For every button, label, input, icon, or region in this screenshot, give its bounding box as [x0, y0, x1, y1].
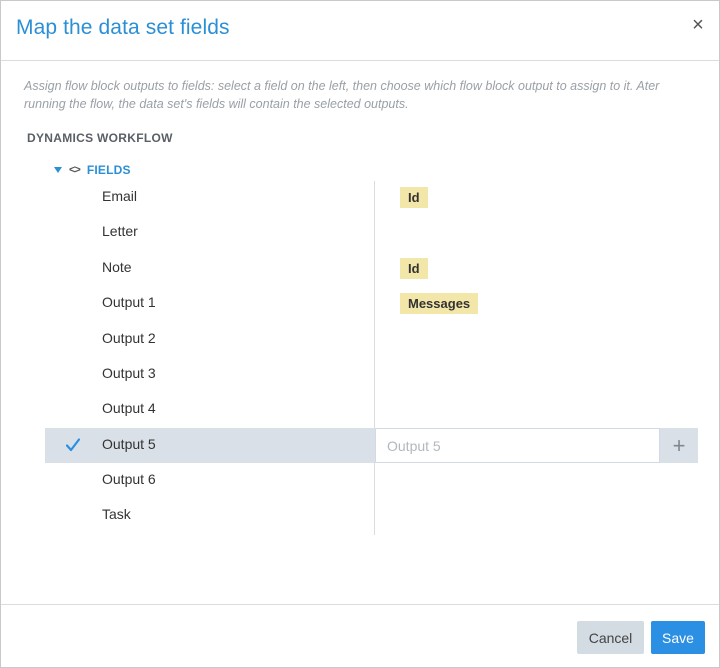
- output-tag-email[interactable]: Id: [400, 187, 428, 208]
- code-brackets-icon: <>: [69, 164, 81, 176]
- save-button[interactable]: Save: [651, 621, 705, 654]
- field-row-output-2[interactable]: Output 2: [45, 322, 375, 357]
- field-label: Output 6: [102, 471, 156, 487]
- output-tag-output-1[interactable]: Messages: [400, 293, 479, 314]
- field-label: Output 1: [102, 294, 156, 310]
- output-tag-note[interactable]: Id: [400, 258, 428, 279]
- output-search-input[interactable]: [375, 428, 660, 463]
- close-icon[interactable]: ×: [689, 15, 707, 35]
- map-fields-dialog: Map the data set fields × Assign flow bl…: [0, 0, 720, 668]
- field-label: Letter: [102, 223, 138, 239]
- dialog-title: Map the data set fields: [16, 16, 230, 39]
- instructions-text: Assign flow block outputs to fields: sel…: [24, 79, 660, 111]
- add-output-button[interactable]: +: [660, 428, 698, 463]
- field-label: Email: [102, 188, 138, 204]
- field-row-output-5[interactable]: Output 5: [45, 428, 375, 463]
- field-row-task[interactable]: Task: [45, 498, 375, 533]
- field-row-output-6[interactable]: Output 6: [45, 463, 375, 498]
- field-row-email[interactable]: Email: [45, 180, 375, 215]
- caret-down-icon[interactable]: [54, 167, 62, 173]
- field-row-output-3[interactable]: Output 3: [45, 357, 375, 392]
- field-label: Output 3: [102, 365, 156, 381]
- field-label: Output 5: [102, 436, 156, 452]
- field-row-note[interactable]: Note: [45, 251, 375, 286]
- field-row-letter[interactable]: Letter: [45, 215, 375, 250]
- checkmark-icon: [66, 438, 80, 452]
- field-label: Output 4: [102, 400, 156, 416]
- field-label: Task: [102, 506, 131, 522]
- fields-tree-toggle[interactable]: <> FIELDS: [54, 163, 131, 177]
- fields-label: FIELDS: [86, 163, 131, 177]
- dialog-header: Map the data set fields ×: [1, 1, 719, 61]
- field-row-output-1[interactable]: Output 1: [45, 286, 375, 321]
- field-row-output-4[interactable]: Output 4: [45, 392, 375, 427]
- field-label: Note: [102, 259, 132, 275]
- section-title: DYNAMICS WORKFLOW: [27, 131, 173, 145]
- field-label: Output 2: [102, 330, 156, 346]
- dialog-footer: Cancel Save: [1, 604, 719, 667]
- cancel-button[interactable]: Cancel: [577, 621, 644, 654]
